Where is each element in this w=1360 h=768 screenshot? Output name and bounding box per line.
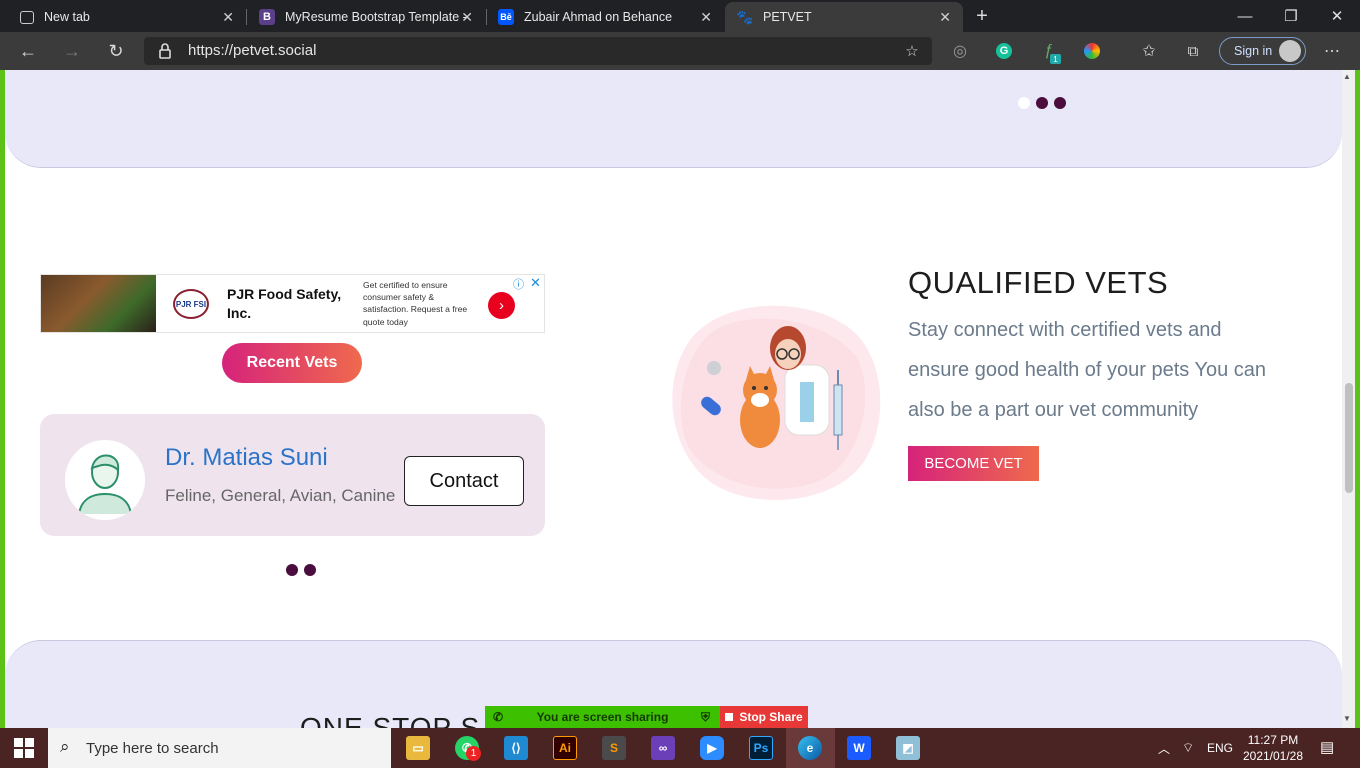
ad-produce-image (41, 275, 156, 332)
behance-icon: Bē (498, 9, 514, 25)
ad-logo: PJR FSI (173, 289, 209, 319)
qualified-vets-description: Stay connect with certified vets and ens… (908, 319, 1267, 421)
screen-sharing-message: You are screen sharing (536, 710, 669, 724)
search-placeholder: Type here to search (86, 739, 219, 757)
collections-icon[interactable]: ⧉ (1181, 40, 1205, 62)
grammarly-icon[interactable]: G (996, 43, 1012, 59)
qualified-vets-title: QUALIFIED VETS (908, 265, 1169, 300)
notification-center-icon[interactable]: ▤ (1320, 738, 1334, 756)
bootstrap-icon: B (259, 9, 275, 25)
scroll-up-arrow-icon[interactable]: ▲ (1343, 72, 1351, 81)
close-tab-icon[interactable]: ✕ (939, 9, 951, 26)
shield-icon: ⛨ (700, 709, 710, 724)
recent-vets-button[interactable]: Recent Vets (222, 343, 362, 383)
carousel-dot[interactable] (1018, 97, 1030, 109)
carousel-dot[interactable] (1036, 97, 1048, 109)
person-icon (65, 440, 145, 520)
app-icon[interactable]: ◩ (896, 736, 920, 760)
tab-myresume[interactable]: B MyResume Bootstrap Template - ✕ (247, 2, 485, 32)
vscode-icon[interactable]: ⟨⟩ (504, 736, 528, 760)
clock-time: 11:27 PM (1247, 733, 1299, 747)
stop-icon (725, 713, 734, 721)
language-indicator[interactable]: ENG (1207, 741, 1233, 755)
forward-arrow-icon[interactable]: → (60, 40, 84, 62)
profile-avatar-icon[interactable] (1279, 40, 1301, 62)
zoom-icon[interactable]: ▶ (700, 736, 724, 760)
tab-petvet[interactable]: 🐾 PETVET ✕ (725, 2, 963, 32)
top-section-band (5, 70, 1342, 168)
search-icon: ⌕ (60, 737, 70, 756)
refresh-icon[interactable]: ↻ (104, 40, 128, 62)
color-picker-extension-icon[interactable] (1084, 43, 1100, 59)
contact-label: Contact (429, 469, 499, 492)
close-tab-icon[interactable]: ✕ (700, 9, 712, 26)
tab-title: PETVET (763, 10, 812, 24)
tab-title: New tab (44, 10, 90, 24)
lock-icon[interactable] (158, 42, 172, 60)
sign-in-label: Sign in (1234, 44, 1273, 58)
close-tab-icon[interactable]: ✕ (461, 9, 473, 26)
windows-start-icon[interactable] (14, 738, 34, 758)
vet-specialties: Feline, General, Avian, Canine (165, 486, 396, 505)
extension-circle-icon[interactable]: ◎ (948, 40, 972, 62)
ad-info-icon[interactable]: ⓘ (513, 276, 524, 292)
network-icon[interactable]: ⌔ (1182, 740, 1194, 756)
ad-close-icon[interactable]: ✕ (530, 275, 541, 291)
vet-avatar (65, 440, 145, 520)
clock[interactable]: 11:27 PM 2021/01/28 (1240, 732, 1306, 764)
url-text[interactable]: https://petvet.social (188, 42, 316, 59)
wps-office-icon[interactable]: W (847, 736, 871, 760)
extension-badge: 1 (1050, 54, 1061, 64)
next-section-title: ONE STOP S (300, 712, 481, 728)
recent-vets-label: Recent Vets (246, 354, 338, 371)
vet-name[interactable]: Dr. Matias Suni (165, 444, 328, 472)
illustrator-icon[interactable]: Ai (553, 736, 577, 760)
new-tab-icon (20, 10, 34, 24)
tab-behance[interactable]: Bē Zubair Ahmad on Behance ✕ (486, 2, 724, 32)
advertisement-banner[interactable]: PJR FSI PJR Food Safety, Inc. Get certif… (40, 274, 545, 333)
vet-with-cat-illustration (660, 300, 885, 505)
whatsapp-badge: 1 (466, 746, 481, 761)
phone-icon: ✆ (493, 710, 504, 724)
add-favorite-icon[interactable]: ☆ (900, 40, 924, 62)
stop-share-label: Stop Share (739, 710, 803, 724)
sublime-text-icon[interactable]: S (602, 736, 626, 760)
become-vet-label: BECOME VET (924, 455, 1023, 472)
scroll-down-arrow-icon[interactable]: ▼ (1343, 714, 1351, 723)
become-vet-button[interactable]: BECOME VET (908, 446, 1039, 481)
show-hidden-icons-chevron-icon[interactable]: ︿ (1158, 740, 1170, 757)
back-arrow-icon[interactable]: ← (16, 40, 40, 62)
ad-arrow-icon[interactable]: › (488, 292, 515, 319)
photoshop-icon[interactable]: Ps (749, 736, 773, 760)
screen-sharing-banner: ✆ You are screen sharing ⛨ (485, 706, 720, 728)
restore-button[interactable]: ❐ (1268, 0, 1314, 32)
ad-description: Get certified to ensure consumer safety … (363, 280, 468, 327)
tab-title: Zubair Ahmad on Behance (524, 10, 673, 24)
scrollbar-thumb[interactable] (1345, 383, 1353, 493)
clock-date: 2021/01/28 (1242, 749, 1304, 763)
paw-icon: 🐾 (736, 8, 754, 25)
carousel-dot[interactable] (304, 564, 316, 576)
vet-card: Dr. Matias Suni Feline, General, Avian, … (40, 414, 545, 536)
stop-share-button[interactable]: Stop Share (720, 706, 808, 728)
close-window-button[interactable]: ✕ (1314, 0, 1360, 32)
minimize-button[interactable]: — (1222, 0, 1268, 32)
close-tab-icon[interactable]: ✕ (222, 9, 234, 26)
more-menu-icon[interactable]: ⋯ (1320, 40, 1344, 62)
tab-title: MyResume Bootstrap Template - (285, 10, 467, 24)
contact-button[interactable]: Contact (404, 456, 524, 506)
edge-browser-icon[interactable]: e (798, 736, 822, 760)
visual-studio-icon[interactable]: ∞ (651, 736, 675, 760)
favorites-icon[interactable]: ✩ (1137, 40, 1161, 62)
carousel-dot[interactable] (1054, 97, 1066, 109)
new-tab-button[interactable]: + (970, 4, 994, 28)
taskbar-search-input[interactable]: ⌕ Type here to search (48, 728, 391, 768)
webpage-viewport: PJR FSI PJR Food Safety, Inc. Get certif… (5, 70, 1342, 728)
file-explorer-icon[interactable]: ▭ (406, 736, 430, 760)
carousel-dot[interactable] (286, 564, 298, 576)
ad-title[interactable]: PJR Food Safety, Inc. (227, 285, 357, 323)
tab-new-tab[interactable]: New tab ✕ (8, 2, 246, 32)
